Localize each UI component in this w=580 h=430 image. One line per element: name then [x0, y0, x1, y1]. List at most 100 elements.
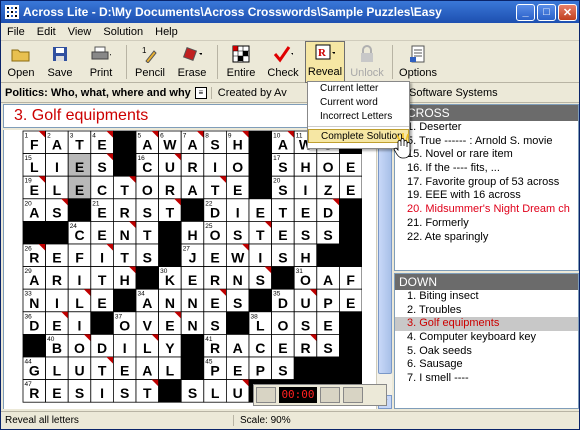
timer-widget: 00:00	[253, 384, 387, 406]
menu-edit[interactable]: Edit	[31, 26, 62, 38]
save-button[interactable]: Save	[41, 41, 79, 83]
cell-letter: E	[97, 204, 106, 220]
keyboard-icon[interactable]	[320, 387, 340, 403]
grid-cell	[135, 266, 160, 290]
cell-letter: H	[233, 137, 243, 153]
grid-cell	[316, 243, 340, 268]
unlock-button[interactable]: Unlock	[345, 41, 389, 83]
cell-letter: S	[278, 182, 287, 198]
across-clue[interactable]: 1. Deserter	[395, 121, 578, 135]
cell-letter: N	[187, 317, 197, 333]
cell-letter: D	[97, 340, 107, 356]
across-clue[interactable]: 19. EEE with 16 across	[395, 189, 578, 203]
grid-cell	[338, 333, 362, 358]
pencil-button[interactable]: 1 Pencil	[130, 41, 170, 83]
crossword-grid[interactable]: 1F2A3T4E5A6W7A8S9H10A11W12O15LIES16CURIO…	[22, 130, 362, 409]
cell-letter: A	[29, 204, 39, 220]
cell-letter: U	[74, 363, 84, 379]
menu-item-incorrect-letters[interactable]: Incorrect Letters	[308, 110, 409, 124]
across-clue[interactable]: 20. Midsummer's Night Dream ch	[395, 203, 578, 217]
cell-letter: R	[300, 340, 310, 356]
app-window: Across Lite - D:\My Documents\Across Cro…	[0, 0, 580, 430]
grid-cell	[248, 130, 273, 155]
menu-file[interactable]: File	[1, 26, 31, 38]
cell-letter: O	[210, 227, 221, 243]
puzzle-grid-area[interactable]: 1F2A3T4E5A6W7A8S9H10A11W12O15LIES16CURIO…	[3, 130, 376, 409]
cell-letter: S	[278, 159, 287, 175]
down-clue[interactable]: 5. Oak seeds	[395, 345, 578, 359]
cell-letter: N	[120, 227, 130, 243]
cell-letter: I	[236, 204, 240, 220]
across-clue[interactable]: 22. Ate sparingly	[395, 231, 578, 245]
close-button[interactable]: ✕	[558, 3, 577, 21]
cell-letter: S	[301, 317, 310, 333]
menu-item-current-letter[interactable]: Current letter	[308, 82, 409, 96]
check-button[interactable]: Check	[261, 41, 305, 83]
across-clue[interactable]: 5. True ------ : Arnold S. movie	[395, 135, 578, 149]
across-clue[interactable]: 21. Formerly	[395, 217, 578, 231]
grid-cell	[113, 130, 137, 155]
grid-cell	[158, 243, 182, 268]
reveal-button[interactable]: R Reveal	[305, 41, 345, 83]
across-clue[interactable]: 16. If the ---- fits, ...	[395, 162, 578, 176]
cell-letter: T	[279, 204, 288, 220]
app-icon	[5, 5, 19, 19]
chart-icon[interactable]	[343, 387, 363, 403]
cell-letter: L	[53, 182, 62, 198]
cell-letter: H	[120, 272, 130, 288]
timer-display[interactable]: 00:00	[279, 387, 317, 403]
cell-letter: P	[256, 363, 265, 379]
cell-letter: T	[75, 137, 84, 153]
minimize-button[interactable]: _	[516, 3, 535, 21]
entire-button[interactable]: Entire	[221, 41, 261, 83]
down-clue[interactable]: 2. Troubles	[395, 304, 578, 318]
menu-separator	[308, 126, 409, 127]
timer-toggle-button[interactable]	[256, 387, 276, 403]
erase-button[interactable]: Erase	[170, 41, 214, 83]
across-clues-pane[interactable]: ACROSS 1. Deserter 5. True ------ : Arnol…	[394, 104, 579, 271]
across-clue[interactable]: 17. Favorite group of 53 across	[395, 176, 578, 190]
menu-view[interactable]: View	[62, 26, 98, 38]
down-clues-pane[interactable]: DOWN 1. Biting insect 2. Troubles 3. Golf …	[394, 273, 579, 409]
notepad-icon[interactable]: ≡	[194, 86, 207, 99]
options-button[interactable]: Options	[396, 41, 440, 83]
cell-letter: I	[258, 250, 262, 266]
grid-scrollbar[interactable]: ▲ ▼	[376, 130, 392, 409]
down-clue[interactable]: 4. Computer keyboard key	[395, 331, 578, 345]
title-bar[interactable]: Across Lite - D:\My Documents\Across Cro…	[1, 1, 579, 23]
down-clue[interactable]: 6. Sausage	[395, 358, 578, 372]
cell-letter: N	[165, 295, 175, 311]
grid-cell	[113, 153, 137, 177]
cell-letter: E	[165, 317, 174, 333]
down-clue[interactable]: 7. I smell ----	[395, 372, 578, 386]
cell-letter: A	[142, 137, 152, 153]
grid-cell	[248, 288, 273, 313]
cell-letter: V	[143, 317, 153, 333]
cell-number: 4	[92, 133, 96, 140]
cell-letter: U	[300, 295, 310, 311]
cell-letter: O	[74, 340, 85, 356]
print-button[interactable]: Print	[79, 41, 123, 83]
scroll-thumb[interactable]	[378, 146, 392, 374]
maximize-button[interactable]: □	[537, 3, 556, 21]
cell-letter: E	[97, 295, 106, 311]
cell-letter: E	[75, 182, 84, 198]
print-label: Print	[89, 67, 113, 79]
cell-letter: H	[300, 250, 310, 266]
window-title: Across Lite - D:\My Documents\Across Cro…	[23, 5, 442, 19]
cell-letter: A	[187, 182, 197, 198]
cell-letter: D	[210, 204, 220, 220]
open-button[interactable]: Open	[1, 41, 41, 83]
down-clue[interactable]: 1. Biting insect	[395, 290, 578, 304]
menu-solution[interactable]: Solution	[97, 26, 149, 38]
down-clue[interactable]: 3. Golf equipments	[395, 317, 578, 332]
menu-item-current-word[interactable]: Current word	[308, 96, 409, 110]
menu-help[interactable]: Help	[149, 26, 184, 38]
cell-letter: A	[142, 363, 152, 379]
cell-letter: E	[256, 204, 265, 220]
cell-letter: L	[53, 363, 62, 379]
cell-letter: S	[97, 159, 106, 175]
across-clue[interactable]: 15. Novel or rare item	[395, 148, 578, 162]
cell-letter: H	[187, 227, 197, 243]
grid-cell	[90, 311, 114, 335]
